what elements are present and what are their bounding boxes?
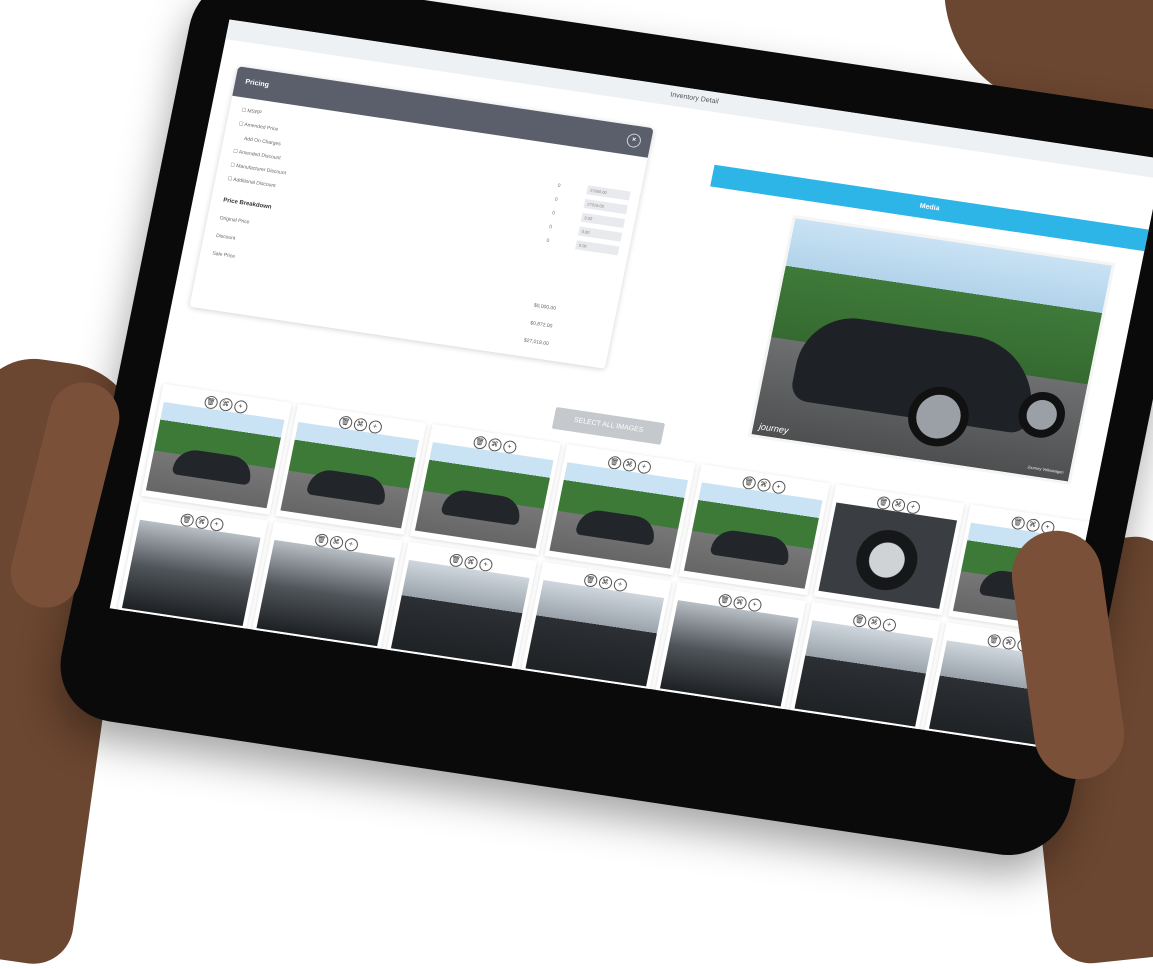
price-input[interactable]: 27018.00 [583, 199, 628, 215]
price-row-additional-discount[interactable]: ☐ Additional Discount [227, 176, 276, 189]
thumbnail-image[interactable] [280, 422, 420, 529]
breakdown-label: Original Price [219, 215, 250, 226]
thumbnail-card[interactable]: 🗑⌘+ [385, 541, 538, 673]
car-silhouette [440, 487, 524, 526]
main-vehicle-image[interactable]: journey Journey Volkswagen [747, 214, 1116, 485]
thumbnail-card[interactable]: 🗑⌘+ [251, 521, 403, 653]
thumbnail-card[interactable]: 🗑⌘+ [520, 561, 672, 693]
breakdown-label: Discount [215, 232, 236, 242]
price-breakdown-title: Price Breakdown [222, 197, 272, 211]
breakdown-value: $27,018.00 [523, 337, 550, 348]
price-num: 0 [548, 224, 553, 231]
breakdown-value: $0,872.00 [529, 320, 553, 330]
breakdown-value: $0,000.00 [533, 302, 557, 312]
price-row-amended-discount[interactable]: ☐ Amended Discount [233, 149, 282, 162]
pricing-title: Pricing [244, 78, 270, 89]
car-silhouette [709, 527, 793, 567]
price-row-add-on: Add On Charges [243, 135, 282, 148]
car-silhouette [575, 507, 658, 546]
media-title: Media [919, 202, 941, 213]
thumbnail-card[interactable]: 🗑⌘+ [678, 464, 831, 596]
dealer-caption: Journey Volkswagen [1026, 464, 1065, 475]
breakdown-label: Sale Price [211, 250, 236, 260]
thumbnail-card[interactable]: 🗑⌘+ [275, 403, 427, 535]
thumbnail-image[interactable] [525, 580, 665, 687]
thumbnail-image[interactable] [794, 620, 934, 727]
dealer-logo: journey [758, 421, 790, 436]
tablet-device: Inventory Detail Media Pricing × ☐ MSRP … [49, 0, 1153, 864]
thumbnail-card[interactable]: 🗑⌘+ [544, 444, 696, 576]
price-input[interactable]: 0.00 [577, 226, 623, 242]
thumbnail-card[interactable]: 🗑⌘+ [140, 383, 293, 515]
price-row-msrp[interactable]: ☐ MSRP [241, 107, 262, 116]
car-silhouette [306, 467, 389, 506]
close-icon[interactable]: × [625, 132, 643, 149]
price-row-amended-price[interactable]: ☐ Amended Price [238, 121, 279, 133]
thumbnail-image[interactable] [683, 482, 823, 589]
select-all-images-button[interactable]: SELECT ALL IMAGES [551, 407, 666, 445]
price-num: 0 [557, 182, 561, 190]
price-input[interactable]: 0.00 [575, 240, 620, 256]
price-input[interactable]: 27850.00 [586, 185, 631, 201]
thumbnail-image[interactable] [414, 442, 554, 549]
thumbnail-image[interactable] [121, 519, 261, 627]
thumbnail-card[interactable]: 🗑⌘+ [654, 581, 807, 713]
price-num: 0 [545, 237, 550, 245]
thumbnail-card[interactable]: 🗑⌘+ [116, 501, 269, 633]
thumbnail-image[interactable] [659, 600, 799, 707]
thumbnail-image[interactable] [145, 401, 285, 509]
thumbnail-image[interactable] [390, 559, 530, 667]
thumbnail-card[interactable]: 🗑⌘+ [409, 423, 562, 555]
thumbnail-image[interactable] [549, 462, 689, 569]
price-input[interactable]: 0.00 [580, 212, 626, 228]
pricing-card: Pricing × ☐ MSRP ☐ Amended Price Add On … [189, 66, 654, 369]
thumbnail-card[interactable]: 🗑⌘+ [813, 484, 965, 616]
thumbnail-image[interactable] [256, 539, 396, 647]
car-silhouette [171, 447, 255, 486]
price-num: 0 [554, 196, 559, 203]
thumbnail-image[interactable] [818, 502, 958, 609]
price-num: 0 [551, 210, 556, 217]
tablet-screen: Inventory Detail Media Pricing × ☐ MSRP … [109, 19, 1153, 748]
thumbnail-card[interactable]: 🗑⌘+ [789, 601, 941, 734]
price-row-manufacturer-discount[interactable]: ☐ Manufacturer Discount [230, 162, 287, 176]
page-title: Inventory Detail [669, 91, 720, 106]
